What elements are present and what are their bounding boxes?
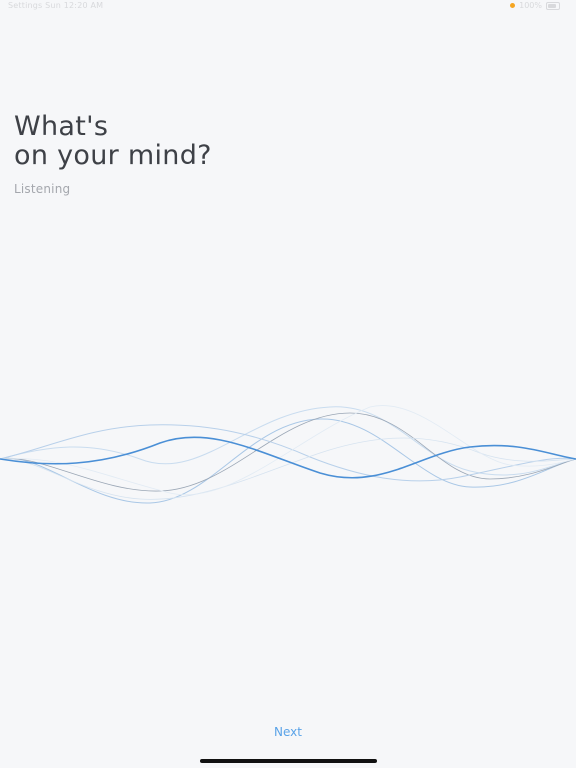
page-title: What's on your mind? <box>14 112 212 170</box>
next-button[interactable]: Next <box>248 721 328 743</box>
battery-icon <box>546 1 560 10</box>
home-indicator[interactable] <box>200 759 377 763</box>
status-bar-left-text: Settings Sun 12:20 AM <box>8 1 104 10</box>
waveform-line <box>0 405 576 496</box>
voice-waveform <box>0 405 576 504</box>
page-title-line-2: on your mind? <box>14 140 212 171</box>
waveform-line <box>0 412 576 492</box>
battery-percent: 100% <box>519 1 542 10</box>
microphone-indicator-icon <box>510 3 516 8</box>
waveform-line-primary <box>0 436 576 479</box>
page-title-line-1: What's <box>14 111 109 142</box>
status-bar-right: 100% <box>510 1 560 10</box>
status-bar: Settings Sun 12:20 AM 100% <box>0 0 576 14</box>
listening-status: Listening <box>14 182 71 196</box>
